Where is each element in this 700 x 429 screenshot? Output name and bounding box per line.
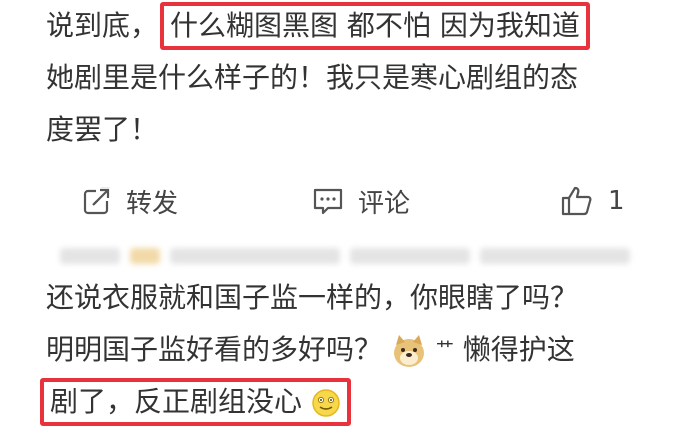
comment-text: 还说衣服就和国子监一样的，你眼瞎了吗？ 明明国子监好看的多好吗？ 艹 懒得护这 … bbox=[40, 272, 686, 428]
blur-block bbox=[480, 248, 630, 264]
comment-button[interactable]: 评论 bbox=[312, 172, 410, 230]
comment-line-2-prefix: 明明国子监好看的多好吗？ bbox=[46, 333, 383, 366]
blur-block bbox=[60, 248, 120, 264]
comment-label: 评论 bbox=[358, 188, 411, 219]
blur-block bbox=[170, 248, 340, 264]
post-line-2: 她剧里是什么样子的！我只是寒心剧组的态 bbox=[46, 61, 579, 94]
blur-block bbox=[350, 248, 470, 264]
repost-label: 转发 bbox=[126, 188, 179, 219]
post-line-1: 说到底， 什么糊图黑图 都不怕 因为我知道 bbox=[46, 0, 686, 52]
post-highlight-box: 什么糊图黑图 都不怕 因为我知道 bbox=[160, 2, 590, 50]
comment-highlight-box: 剧了，反正剧组没心 bbox=[40, 378, 351, 426]
post-line-3: 度罢了！ bbox=[46, 113, 159, 146]
blur-block bbox=[130, 248, 160, 264]
smile-emoji-icon bbox=[312, 389, 340, 417]
comment-line-2: 明明国子监好看的多好吗？ 艹 懒得护这 bbox=[46, 324, 686, 376]
comment-highlight-text: 剧了，反正剧组没心 bbox=[50, 385, 303, 418]
repost-icon bbox=[83, 187, 111, 215]
action-bar: 转发 评论 1 bbox=[0, 172, 700, 230]
repost-button[interactable]: 转发 bbox=[82, 172, 178, 230]
blurred-username bbox=[50, 240, 670, 270]
like-button[interactable]: 1 bbox=[560, 172, 625, 230]
doge-emoji-icon bbox=[393, 335, 424, 367]
emoji-caption: 艹 bbox=[435, 339, 454, 360]
comment-line-2-suffix: 懒得护这 bbox=[462, 333, 575, 366]
comment-line-1: 还说衣服就和国子监一样的，你眼瞎了吗？ bbox=[46, 281, 579, 314]
comment-icon bbox=[313, 188, 343, 215]
post-line-1-prefix: 说到底， bbox=[46, 9, 159, 42]
post-text: 说到底， 什么糊图黑图 都不怕 因为我知道 她剧里是什么样子的！我只是寒心剧组的态… bbox=[46, 0, 686, 156]
thumbs-up-icon bbox=[561, 186, 592, 216]
like-count: 1 bbox=[608, 186, 625, 216]
comment-line-3: 剧了，反正剧组没心 bbox=[40, 376, 686, 428]
